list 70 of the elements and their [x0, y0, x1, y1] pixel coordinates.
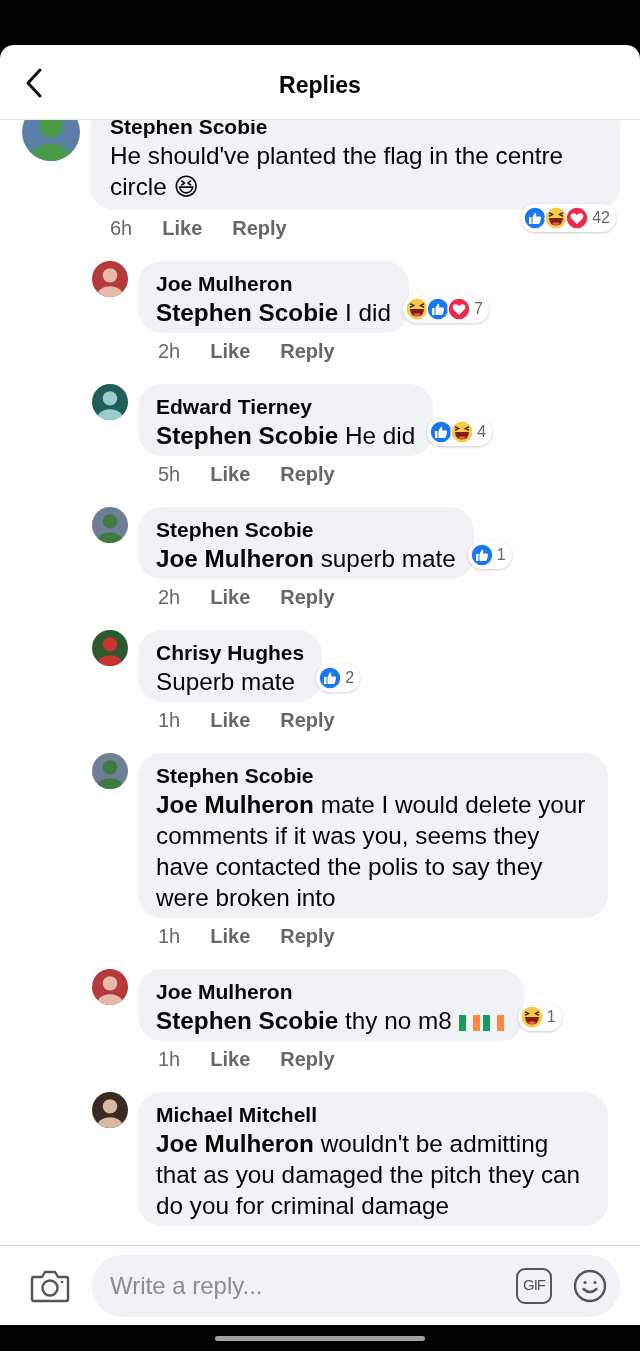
comment-text: Stephen Scobie He did: [156, 422, 416, 449]
timestamp: 6h: [110, 216, 133, 241]
avatar[interactable]: [92, 1092, 128, 1128]
reaction-badge[interactable]: 4: [427, 418, 493, 446]
reaction-badge[interactable]: 1: [467, 541, 512, 569]
comment-text: Superb mate: [156, 668, 296, 695]
gif-button[interactable]: GIF: [516, 1267, 552, 1304]
like-link[interactable]: Like: [210, 1044, 251, 1074]
like-reaction-icon: [429, 420, 454, 444]
reaction-count: 1: [546, 1007, 556, 1027]
like-link[interactable]: Like: [210, 921, 251, 951]
reply-input[interactable]: Write a reply... GIF: [92, 1254, 620, 1317]
like-link[interactable]: Like: [210, 705, 251, 735]
author-name[interactable]: Edward Tierney: [156, 393, 312, 420]
like-link[interactable]: Like: [210, 582, 251, 612]
reply-link[interactable]: Reply: [280, 459, 335, 489]
like-reaction-icon: [523, 206, 548, 230]
emoji-button[interactable]: [572, 1267, 608, 1304]
reaction-count: 1: [496, 545, 506, 565]
reaction-count: 4: [477, 422, 487, 442]
like-reaction-icon: [318, 666, 343, 690]
laughing-emoji-icon: [404, 297, 429, 321]
comment-text: Joe Mulheron superb mate: [156, 545, 456, 572]
reaction-badge[interactable]: 42: [521, 204, 616, 232]
author-name[interactable]: Michael Mitchell: [156, 1101, 318, 1128]
author-name[interactable]: Joe Mulheron: [156, 270, 293, 297]
reaction-badge[interactable]: 2: [316, 664, 361, 692]
reaction-count: 7: [473, 299, 483, 319]
heart-reaction-icon: [565, 206, 590, 230]
avatar[interactable]: [92, 384, 128, 420]
reaction-count: 42: [592, 208, 610, 228]
avatar[interactable]: [92, 261, 128, 297]
timestamp: 2h: [158, 339, 181, 364]
comment-text: Stephen Scobie thy no m8: [156, 1007, 452, 1034]
reaction-count: 2: [345, 668, 355, 688]
author-name[interactable]: Stephen Scobie: [156, 762, 314, 789]
reaction-badge[interactable]: 7: [402, 295, 489, 323]
reply-link[interactable]: Reply: [280, 1044, 335, 1074]
reply-link[interactable]: Reply: [280, 336, 335, 366]
timestamp: 1h: [158, 708, 181, 733]
avatar[interactable]: [92, 630, 128, 666]
reply-link[interactable]: Reply: [280, 705, 335, 735]
like-reaction-icon: [425, 297, 450, 321]
reply-link[interactable]: Reply: [280, 921, 335, 951]
page-title: Replies: [279, 70, 361, 100]
timestamp: 1h: [158, 924, 181, 949]
timestamp: 2h: [158, 585, 181, 610]
laughing-emoji-icon: [519, 1005, 544, 1029]
like-reaction-icon: [469, 543, 494, 567]
avatar[interactable]: [92, 969, 128, 1005]
comment-text: He should've planted the flag in the centre circle 😆: [110, 142, 564, 200]
reply-link[interactable]: Reply: [232, 213, 287, 243]
like-link[interactable]: Like: [162, 213, 203, 243]
like-link[interactable]: Like: [210, 459, 251, 489]
comment-text: Joe Mulheron wouldn't be admitting that as you damaged the pitch they can do you for criminal damage: [156, 1130, 581, 1219]
comment-text: Joe Mulheron mate I would delete your comments if it was you, seems they have contacted the polis to say they were broken into: [156, 791, 586, 911]
reaction-badge[interactable]: 1: [517, 1003, 562, 1031]
flag-icon: [457, 1013, 482, 1033]
author-name[interactable]: Joe Mulheron: [156, 978, 293, 1005]
laughing-emoji-icon: [544, 206, 569, 230]
timestamp: 1h: [158, 1047, 181, 1072]
laughing-emoji-icon: [450, 420, 475, 444]
author-name[interactable]: Chrisy Hughes: [156, 639, 305, 666]
timestamp: 5h: [158, 462, 181, 487]
comment-text: Stephen Scobie I did: [156, 299, 391, 326]
flag-icon: [481, 1013, 506, 1033]
heart-reaction-icon: [446, 297, 471, 321]
author-name[interactable]: Stephen Scobie: [156, 516, 314, 543]
like-link[interactable]: Like: [210, 336, 251, 366]
reply-link[interactable]: Reply: [280, 582, 335, 612]
